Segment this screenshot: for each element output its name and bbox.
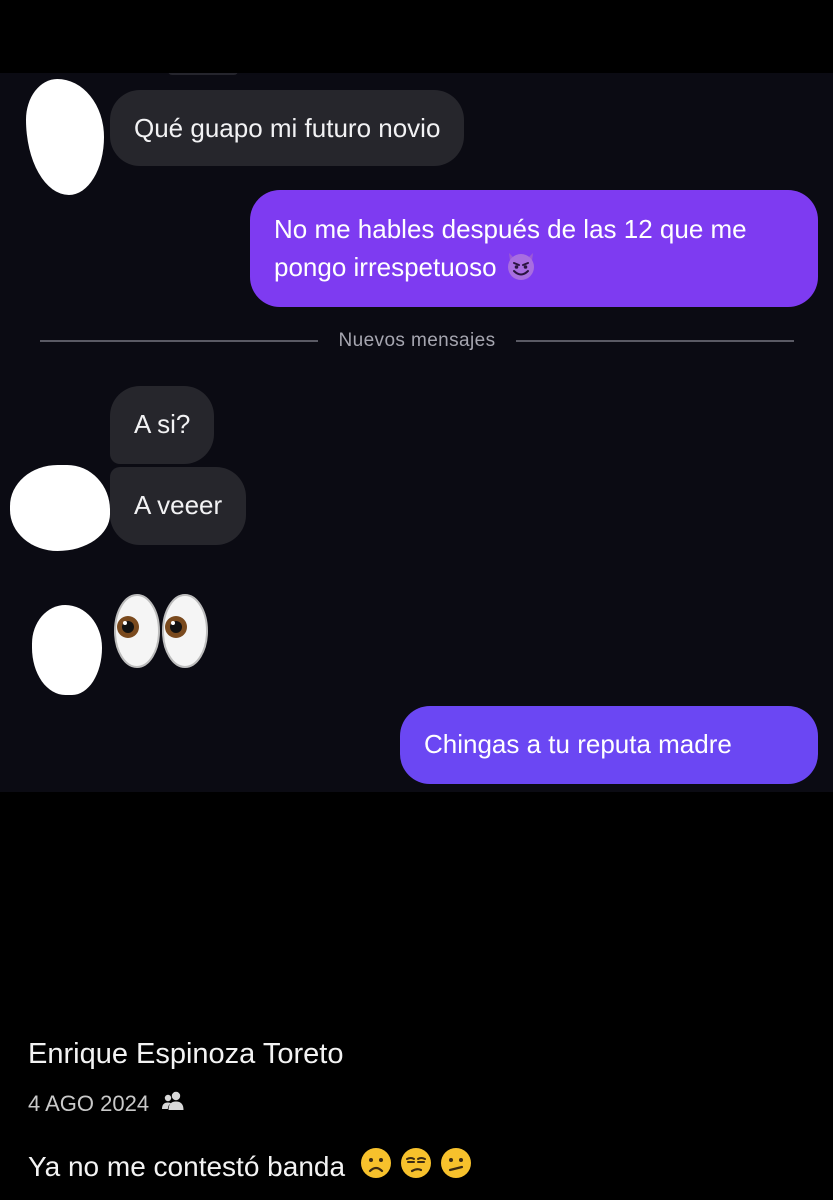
message-bubble-incoming: A veeer [110,467,247,545]
message-bubble-outgoing: Chingas a tu reputa madre [400,706,818,784]
caption-text: Ya no me contestó banda [28,1150,346,1182]
post-meta: 4 AGO 2024 [28,1090,187,1118]
redacted-avatar [10,465,110,551]
message-bubble-incoming: Qué guapo mi futuro novio [110,90,465,166]
cropped-text [168,73,238,75]
divider-line [515,340,794,342]
confused-face-icon [439,1146,473,1187]
post-date[interactable]: 4 AGO 2024 [28,1091,149,1117]
post-caption: Ya no me contestó banda [28,1146,473,1187]
divider-line [40,340,319,342]
redacted-avatar [26,79,104,195]
new-messages-divider: Nuevos mensajes [40,329,794,353]
divider-label: Nuevos mensajes [338,330,496,351]
message-text: Qué guapo mi futuro novio [134,113,441,143]
unamused-face-icon [399,1146,433,1187]
eyes-icon [112,591,212,671]
message-text: A veeer [134,490,223,520]
post-author[interactable]: Enrique Espinoza Toreto [28,1038,343,1071]
message-text: Chingas a tu reputa madre [424,729,732,759]
friends-icon[interactable] [161,1090,187,1118]
message-bubble-outgoing: No me hables después de las 12 que me po… [250,190,818,307]
message-text: A si? [134,409,191,439]
caption-emojis [359,1146,473,1187]
frowning-face-icon [359,1146,393,1187]
redacted-avatar [32,605,102,695]
message-bubble-incoming: A si? [110,386,215,464]
chat-screenshot[interactable]: Qué guapo mi futuro novio No me hables d… [0,73,833,792]
smiling-imp-icon [504,248,538,292]
post-page: Qué guapo mi futuro novio No me hables d… [0,0,833,1200]
